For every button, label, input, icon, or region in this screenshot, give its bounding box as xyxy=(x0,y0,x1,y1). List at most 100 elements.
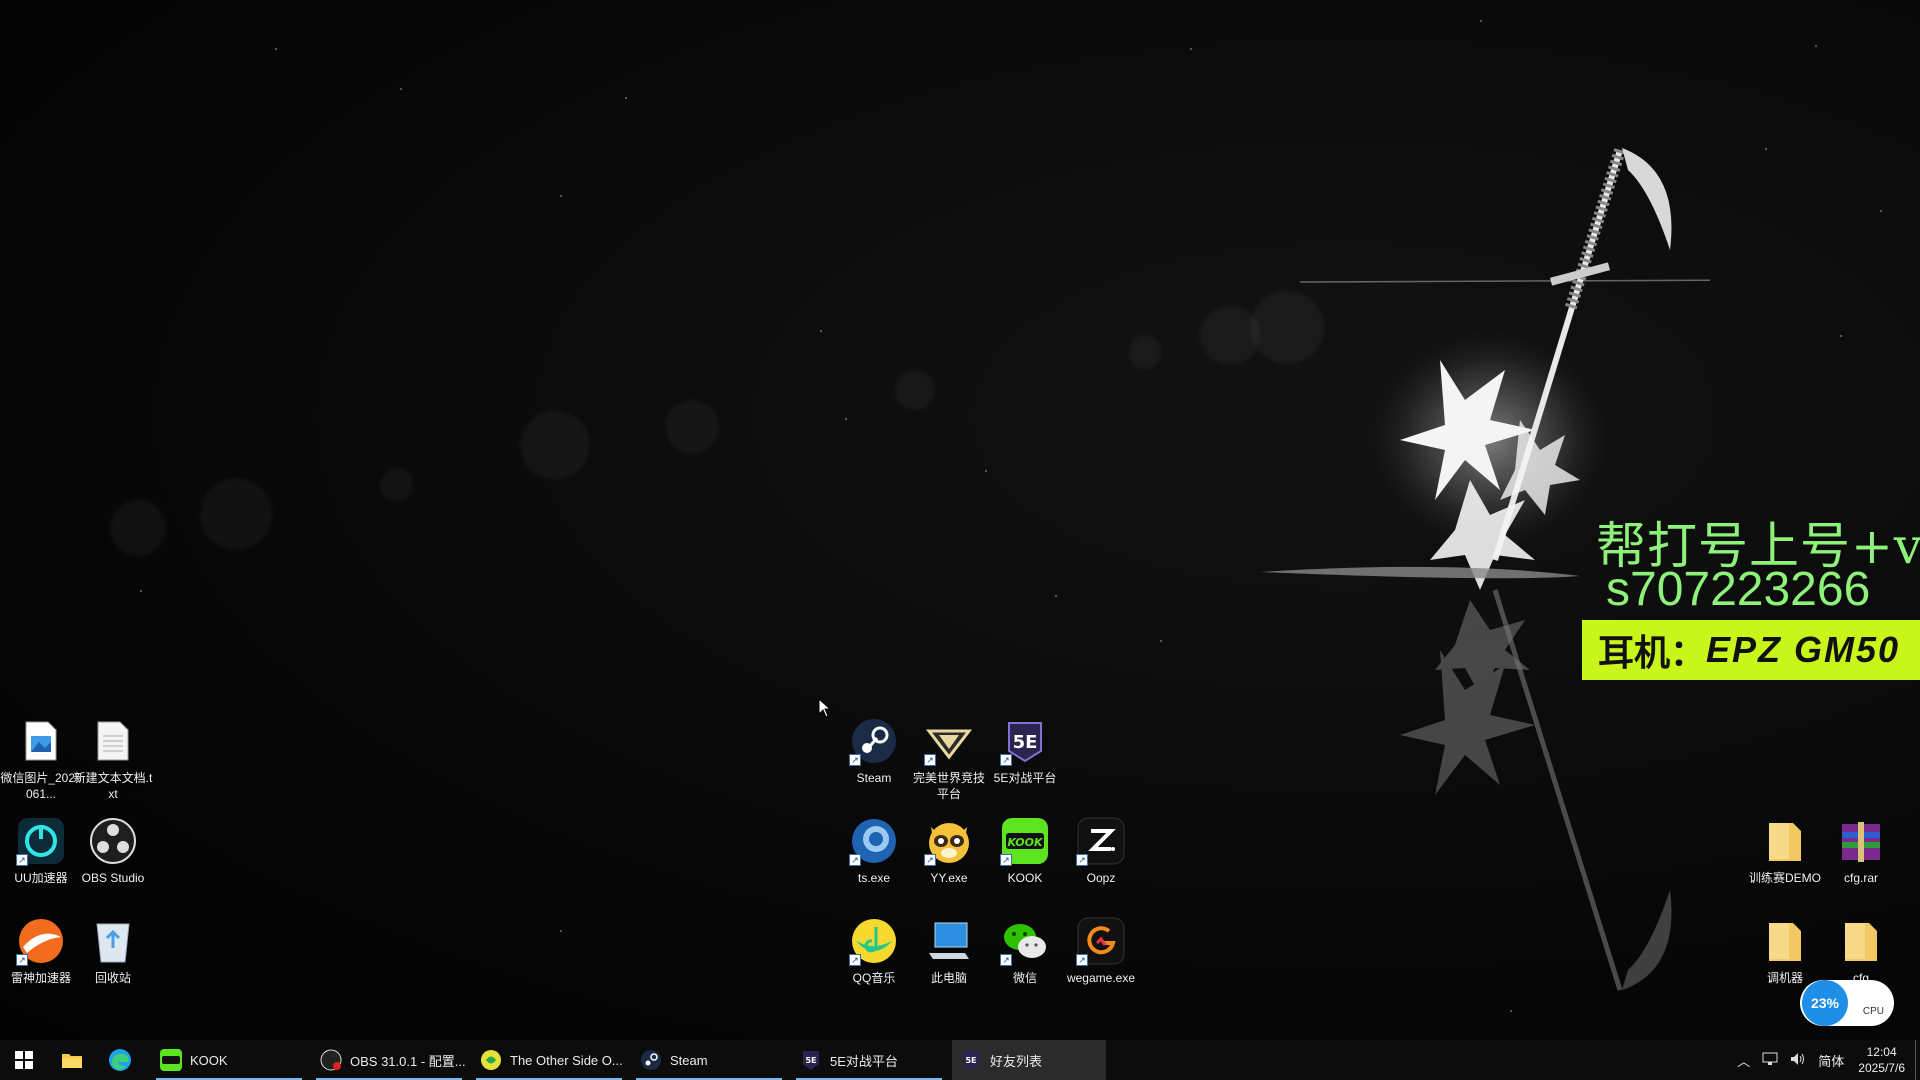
desktop-icon-new-text-file[interactable]: 新建文本文档.txt xyxy=(72,712,154,810)
desktop-icon-uu-accelerator[interactable]: ↗ UU加速器 xyxy=(0,812,82,910)
desktop-icon-qq-music[interactable]: ↗ QQ音乐 xyxy=(833,912,915,1010)
folder-icon xyxy=(1769,823,1801,861)
winrar-archive-icon xyxy=(1842,822,1880,862)
edge-browser-button[interactable] xyxy=(96,1040,144,1080)
desktop-icon-kook[interactable]: KOOK ↗ KOOK xyxy=(984,812,1066,910)
mouse-cursor xyxy=(818,698,832,718)
wallpaper-star xyxy=(1510,1010,1512,1012)
taskbar-app-the-other-side[interactable]: The Other Side O... xyxy=(472,1040,626,1080)
wallpaper-bokeh xyxy=(665,400,719,454)
system-tray: ︿ 简体 12:04 2025/7/6 xyxy=(1731,1040,1920,1080)
shortcut-arrow-icon: ↗ xyxy=(849,854,861,866)
wallpaper-star xyxy=(1815,45,1817,47)
svg-text:5E: 5E xyxy=(1013,732,1038,753)
wallpaper-star xyxy=(400,88,402,90)
image-file-icon xyxy=(25,721,57,761)
headset-banner: 耳机： EPZ GM50 xyxy=(1582,620,1920,680)
shortcut-arrow-icon: ↗ xyxy=(1076,954,1088,966)
folder-icon xyxy=(1845,923,1877,961)
desktop-icon-obs-studio[interactable]: OBS Studio xyxy=(72,812,154,910)
taskbar-app-obs[interactable]: OBS 31.0.1 - 配置... xyxy=(312,1040,466,1080)
wallpaper-star xyxy=(560,930,562,932)
input-method-indicator[interactable]: 简体 xyxy=(1818,1051,1844,1070)
shortcut-arrow-icon: ↗ xyxy=(16,854,28,866)
desktop-icon-yy[interactable]: ↗ YY.exe xyxy=(908,812,990,910)
taskbar-app-steam[interactable]: Steam xyxy=(632,1040,786,1080)
wallpaper-star xyxy=(275,48,277,50)
shortcut-arrow-icon: ↗ xyxy=(1000,854,1012,866)
obs-studio-icon xyxy=(320,1049,342,1071)
shortcut-arrow-icon: ↗ xyxy=(1000,754,1012,766)
svg-text:5E: 5E xyxy=(965,1056,976,1065)
wallpaper-star xyxy=(845,418,847,420)
obs-studio-icon xyxy=(90,818,136,864)
desktop-icon-this-pc[interactable]: 此电脑 xyxy=(908,912,990,1010)
desktop-icon-recycle-bin[interactable]: 回收站 xyxy=(72,912,154,1010)
headset-label: 耳机： xyxy=(1598,632,1707,673)
shortcut-arrow-icon: ↗ xyxy=(924,754,936,766)
svg-text:5E: 5E xyxy=(805,1056,816,1065)
wallpaper-star xyxy=(1190,48,1192,50)
desktop-icon-leishen-accelerator[interactable]: ↗ 雷神加速器 xyxy=(0,912,82,1010)
clock-time: 12:04 xyxy=(1866,1045,1897,1059)
headset-model: EPZ GM50 xyxy=(1706,629,1901,670)
cpu-label: CPU xyxy=(1862,1006,1884,1017)
wallpaper-star xyxy=(1055,595,1057,597)
start-button[interactable] xyxy=(0,1040,48,1080)
taskbar-app-friends-list[interactable]: 5E 好友列表 xyxy=(952,1040,1106,1080)
wallpaper-star xyxy=(820,330,822,332)
folder-icon xyxy=(1769,923,1801,961)
5e-platform-icon: 5E xyxy=(963,1051,979,1070)
kook-icon xyxy=(160,1049,182,1071)
wallpaper-bokeh xyxy=(200,478,272,550)
promo-contact-id: s707223266 xyxy=(1606,563,1871,616)
desktop[interactable]: 帮打号上号+v: s707223266 耳机： EPZ GM50 微信图片_20… xyxy=(0,0,1920,1040)
taskbar: KOOK OBS 31.0.1 - 配置... The Other Side O… xyxy=(0,1040,1920,1080)
taskbar-app-kook[interactable]: KOOK xyxy=(152,1040,306,1080)
steam-icon xyxy=(641,1050,661,1070)
wallpaper-bokeh xyxy=(380,468,414,502)
wallpaper-star xyxy=(625,97,627,99)
svg-text:KOOK: KOOK xyxy=(1007,836,1044,849)
desktop-icon-ts[interactable]: ↗ ts.exe xyxy=(833,812,915,910)
wallpaper-star xyxy=(1480,20,1482,22)
volume-icon[interactable] xyxy=(1790,1052,1806,1069)
wallpaper-bokeh xyxy=(1128,335,1162,369)
desktop-icon-oopz[interactable]: ↗ Oopz xyxy=(1060,812,1142,910)
wallpaper-star xyxy=(560,195,562,197)
desktop-icon-cfg-rar[interactable]: cfg.rar xyxy=(1820,812,1902,910)
system-clock[interactable]: 12:04 2025/7/6 xyxy=(1858,1044,1905,1076)
file-explorer-icon xyxy=(62,1054,82,1068)
cpu-usage-percent: 23% xyxy=(1802,980,1848,1026)
taskbar-app-5e-platform[interactable]: 5E 5E对战平台 xyxy=(792,1040,946,1080)
network-icon[interactable] xyxy=(1762,1052,1778,1069)
recycle-bin-icon xyxy=(96,923,130,963)
wallpaper-bokeh xyxy=(110,500,166,556)
desktop-icon-wechat-image[interactable]: 微信图片_2025061... xyxy=(0,712,82,810)
desktop-icon-5e-platform[interactable]: 5E ↗ 5E对战平台 xyxy=(984,712,1066,810)
cpu-monitor-widget[interactable]: 23% CPU xyxy=(1800,980,1894,1026)
file-explorer-button[interactable] xyxy=(48,1040,96,1080)
clock-date: 2025/7/6 xyxy=(1858,1061,1905,1075)
show-hidden-icons-chevron-up-icon[interactable]: ︿ xyxy=(1737,1051,1750,1070)
wallpaper-star xyxy=(140,590,142,592)
shortcut-arrow-icon: ↗ xyxy=(849,954,861,966)
desktop-icon-wechat[interactable]: ↗ 微信 xyxy=(984,912,1066,1010)
app-globe-icon xyxy=(481,1050,501,1070)
wallpaper-bokeh xyxy=(895,370,935,410)
desktop-icon-steam[interactable]: ↗ Steam xyxy=(833,712,915,810)
shortcut-arrow-icon: ↗ xyxy=(1000,954,1012,966)
windows-logo-icon xyxy=(15,1051,33,1069)
wallpaper-bokeh xyxy=(520,410,590,480)
show-desktop-button[interactable] xyxy=(1915,1040,1920,1080)
wallpaper-star xyxy=(1765,148,1767,150)
wallpaper-star xyxy=(985,470,987,472)
desktop-icon-perfect-world[interactable]: ↗ 完美世界竞技平台 xyxy=(908,712,990,810)
desktop-icon-wegame[interactable]: ↗ wegame.exe xyxy=(1060,912,1142,1010)
shortcut-arrow-icon: ↗ xyxy=(16,954,28,966)
wallpaper-star xyxy=(1160,640,1162,642)
wallpaper-star xyxy=(1880,210,1882,212)
desktop-icon-training-demo-folder[interactable]: 训练赛DEMO xyxy=(1744,812,1826,910)
5e-platform-icon: 5E xyxy=(803,1051,819,1070)
text-file-icon xyxy=(97,721,129,761)
